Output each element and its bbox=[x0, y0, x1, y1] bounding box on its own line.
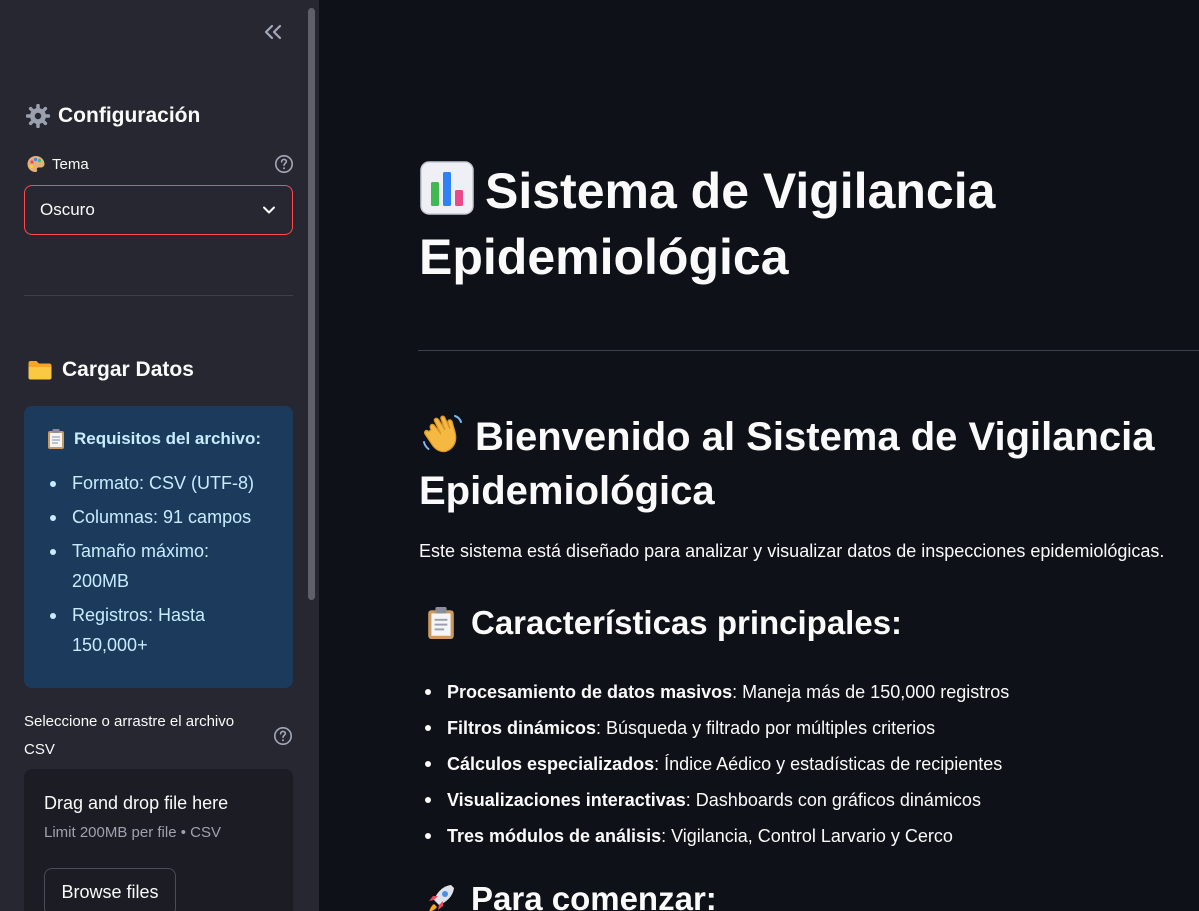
requirements-info-box: Requisitos del archivo: Formato: CSV (UT… bbox=[24, 406, 293, 688]
page-title: Sistema de Vigilancia Epidemiológica bbox=[419, 158, 1199, 290]
start-heading: Para comenzar: bbox=[425, 880, 1199, 911]
config-heading: Configuración bbox=[26, 104, 200, 128]
description-text: Este sistema está diseñado para analizar… bbox=[419, 541, 1165, 561]
list-item: Procesamiento de datos masivos: Maneja m… bbox=[425, 674, 1199, 710]
data-title: Cargar Datos bbox=[62, 358, 194, 381]
sidebar-divider bbox=[24, 295, 293, 296]
folder-icon bbox=[28, 361, 52, 380]
data-heading: Cargar Datos bbox=[26, 358, 194, 382]
browse-files-button[interactable]: Browse files bbox=[44, 868, 176, 911]
features-title: Características principales: bbox=[471, 604, 903, 641]
chevron-down-icon bbox=[263, 206, 275, 214]
start-title: Para comenzar: bbox=[471, 880, 717, 911]
uploader-label: Seleccione o arrastre el archivo CSV bbox=[24, 713, 235, 758]
palette-icon bbox=[27, 156, 45, 172]
theme-select-value: Oscuro bbox=[40, 200, 95, 219]
list-item: Tres módulos de análisis: Vigilancia, Co… bbox=[425, 818, 1199, 854]
main-divider bbox=[418, 350, 1199, 351]
page-title-text: Sistema de Vigilancia Epidemiológica bbox=[419, 163, 996, 285]
dropzone-limit: Limit 200MB per file • CSV bbox=[44, 824, 221, 841]
requirements-list: Formato: CSV (UTF-8) Columnas: 91 campos… bbox=[46, 468, 271, 660]
features-list: Procesamiento de datos masivos: Maneja m… bbox=[425, 674, 1199, 854]
list-item: Formato: CSV (UTF-8) bbox=[50, 468, 271, 498]
waving-hand-icon bbox=[423, 415, 462, 453]
clipboard-icon bbox=[48, 429, 64, 449]
file-dropzone[interactable]: Drag and drop file here Limit 200MB per … bbox=[24, 769, 293, 911]
list-item: Registros: Hasta 150,000+ bbox=[50, 600, 271, 660]
main-content: Sistema de Vigilancia Epidemiológica Bie… bbox=[319, 0, 1199, 911]
list-item: Visualizaciones interactivas: Dashboards… bbox=[425, 782, 1199, 818]
theme-label-row: Tema bbox=[26, 154, 294, 174]
theme-select[interactable]: Oscuro bbox=[24, 185, 293, 235]
config-title: Configuración bbox=[58, 104, 201, 127]
welcome-text: Bienvenido al Sistema de Vigilancia Epid… bbox=[419, 415, 1155, 513]
requirements-title-row: Requisitos del archivo: bbox=[46, 428, 271, 450]
list-item: Tamaño máximo: 200MB bbox=[50, 536, 271, 596]
requirements-title: Requisitos del archivo: bbox=[74, 429, 262, 448]
sidebar: Configuración Tema Oscuro Cargar Datos R… bbox=[0, 0, 319, 911]
features-heading: Características principales: bbox=[425, 604, 1199, 642]
collapse-sidebar-icon bbox=[264, 24, 282, 40]
list-item: Cálculos especializados: Índice Aédico y… bbox=[425, 746, 1199, 782]
collapse-sidebar-button[interactable] bbox=[258, 18, 288, 46]
list-item: Filtros dinámicos: Búsqueda y filtrado p… bbox=[425, 710, 1199, 746]
welcome-heading: Bienvenido al Sistema de Vigilancia Epid… bbox=[419, 410, 1199, 518]
list-item: Columnas: 91 campos bbox=[50, 502, 271, 532]
rocket-icon bbox=[429, 885, 454, 911]
bar-chart-icon bbox=[420, 161, 474, 215]
theme-label: Tema bbox=[52, 155, 89, 173]
dropzone-title: Drag and drop file here bbox=[44, 793, 229, 813]
help-icon[interactable] bbox=[273, 726, 293, 746]
sidebar-scrollbar[interactable] bbox=[308, 8, 315, 600]
gear-icon bbox=[26, 104, 50, 128]
clipboard-icon bbox=[428, 607, 454, 639]
help-icon[interactable] bbox=[274, 154, 294, 174]
